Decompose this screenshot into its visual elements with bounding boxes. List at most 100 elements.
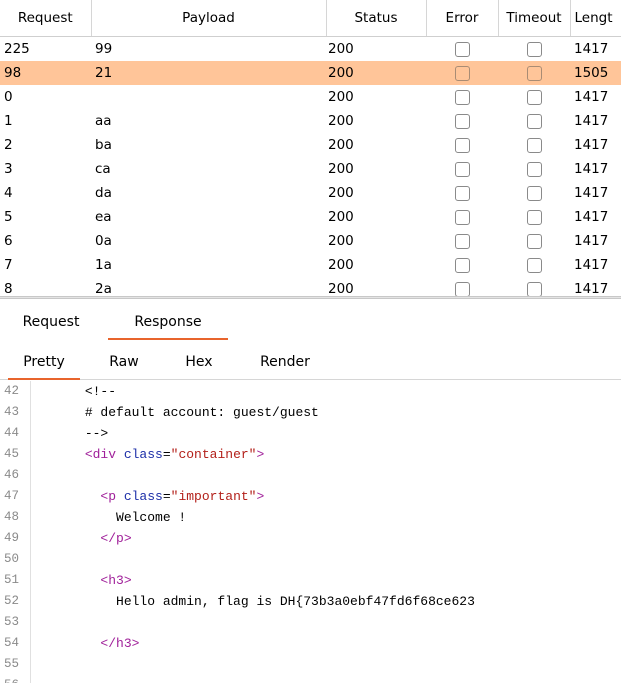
column-header-payload[interactable]: Payload <box>91 0 327 37</box>
column-header-status[interactable]: Status <box>326 0 427 37</box>
tab-raw[interactable]: Raw <box>104 342 144 378</box>
cell-payload: ba <box>95 137 112 153</box>
code-token-tag: </h3> <box>100 636 140 651</box>
code-text: --> <box>38 423 108 444</box>
cell-error <box>426 85 498 109</box>
cell-payload: ca <box>95 161 111 177</box>
code-token-cmt: = <box>162 489 171 504</box>
view-mode-tabs: Pretty Raw Hex Render <box>0 342 621 380</box>
cell-status: 200 <box>328 113 354 129</box>
error-checkbox <box>454 257 470 273</box>
cell-request: 4 <box>4 185 13 201</box>
error-checkbox <box>454 185 470 201</box>
cell-timeout <box>498 157 570 181</box>
cell-payload: 99 <box>95 41 113 57</box>
tab-pretty[interactable]: Pretty <box>8 342 80 380</box>
cell-length: 1505 <box>570 61 621 85</box>
cell-status: 200 <box>328 41 354 57</box>
cell-status: 200 <box>328 209 354 225</box>
tab-hex[interactable]: Hex <box>178 342 220 378</box>
table-row[interactable]: 8 2a 200 1417 <box>0 277 621 296</box>
cell-request: 225 <box>4 41 30 57</box>
error-checkbox <box>454 89 470 105</box>
tab-request[interactable]: Request <box>8 300 94 338</box>
cell-request: 2 <box>4 137 13 153</box>
cell-timeout <box>498 253 570 277</box>
table-row[interactable]: 225 99 200 1417 <box>0 37 621 62</box>
table-row[interactable]: 98 21 200 1505 <box>0 61 621 85</box>
code-text: <p class="important"> <box>38 486 264 507</box>
timeout-checkbox <box>526 185 542 201</box>
cell-status: 200 <box>328 137 354 153</box>
line-number: 50 <box>4 552 20 566</box>
code-token-cmt: # default account: guest/guest <box>84 405 319 420</box>
table-row[interactable]: 6 0a 200 1417 <box>0 229 621 253</box>
table-row[interactable]: 2 ba 200 1417 <box>0 133 621 157</box>
tab-response[interactable]: Response <box>108 300 228 340</box>
code-text: Welcome ! <box>38 507 186 528</box>
cell-length: 1417 <box>574 89 609 105</box>
column-header-length[interactable]: Lengt <box>570 0 621 37</box>
code-text: <h3> <box>38 570 132 591</box>
cell-status: 200 <box>328 233 354 249</box>
cell-error <box>426 277 498 296</box>
cell-error <box>426 37 498 62</box>
cell-length: 1417 <box>574 185 609 201</box>
code-token-tag: <div <box>84 447 124 462</box>
timeout-checkbox <box>526 41 542 57</box>
cell-length: 1417 <box>574 113 609 129</box>
cell-status: 200 <box>328 89 354 105</box>
pane-splitter[interactable] <box>0 296 621 299</box>
line-number: 49 <box>4 531 20 545</box>
cell-timeout <box>498 85 570 109</box>
cell-error <box>426 133 498 157</box>
code-token-tag: </p> <box>100 531 132 546</box>
cell-error <box>426 253 498 277</box>
code-token-cmt: = <box>162 447 171 462</box>
cell-error <box>426 205 498 229</box>
code-token-attr: class <box>123 489 163 504</box>
code-token-cmt: Hello admin, flag is DH{73b3a0ebf47fd6f6… <box>116 594 475 609</box>
cell-status: 200 <box>328 161 354 177</box>
column-header-error[interactable]: Error <box>426 0 499 37</box>
table-row[interactable]: 4 da 200 1417 <box>0 181 621 205</box>
table-row[interactable]: 7 1a 200 1417 <box>0 253 621 277</box>
cell-timeout <box>498 181 570 205</box>
table-row[interactable]: 3 ca 200 1417 <box>0 157 621 181</box>
tab-render[interactable]: Render <box>250 342 320 378</box>
line-number: 44 <box>4 426 20 440</box>
cell-request: 6 <box>4 233 13 249</box>
line-number: 43 <box>4 405 20 419</box>
column-header-request[interactable]: Request <box>0 0 92 37</box>
cell-payload: aa <box>95 113 112 129</box>
cell-payload: 21 <box>91 61 326 85</box>
column-header-timeout[interactable]: Timeout <box>498 0 571 37</box>
error-checkbox <box>454 209 470 225</box>
line-number: 52 <box>4 594 20 608</box>
code-text: </h3> <box>38 633 139 654</box>
cell-payload: da <box>95 185 112 201</box>
cell-request: 3 <box>4 161 13 177</box>
cell-timeout <box>498 205 570 229</box>
table-body: 225 99 200 1417 98 21 200 1505 0 200 1417 1 aa 200 141… <box>0 37 621 296</box>
code-token-tag: <h3> <box>100 573 132 588</box>
cell-length: 1417 <box>574 233 609 249</box>
message-tabs: Request Response <box>0 300 621 340</box>
code-token-tag: > <box>256 447 265 462</box>
cell-timeout <box>498 61 570 85</box>
cell-request: 0 <box>4 89 13 105</box>
table-row[interactable]: 0 200 1417 <box>0 85 621 109</box>
table-row[interactable]: 1 aa 200 1417 <box>0 109 621 133</box>
line-number: 47 <box>4 489 20 503</box>
timeout-checkbox <box>526 137 542 153</box>
table-row[interactable]: 5 ea 200 1417 <box>0 205 621 229</box>
response-code-view[interactable]: 42 <!-- 43 # default account: guest/guest… <box>0 381 621 683</box>
code-text: Hello admin, flag is DH{73b3a0ebf47fd6f6… <box>38 591 475 612</box>
